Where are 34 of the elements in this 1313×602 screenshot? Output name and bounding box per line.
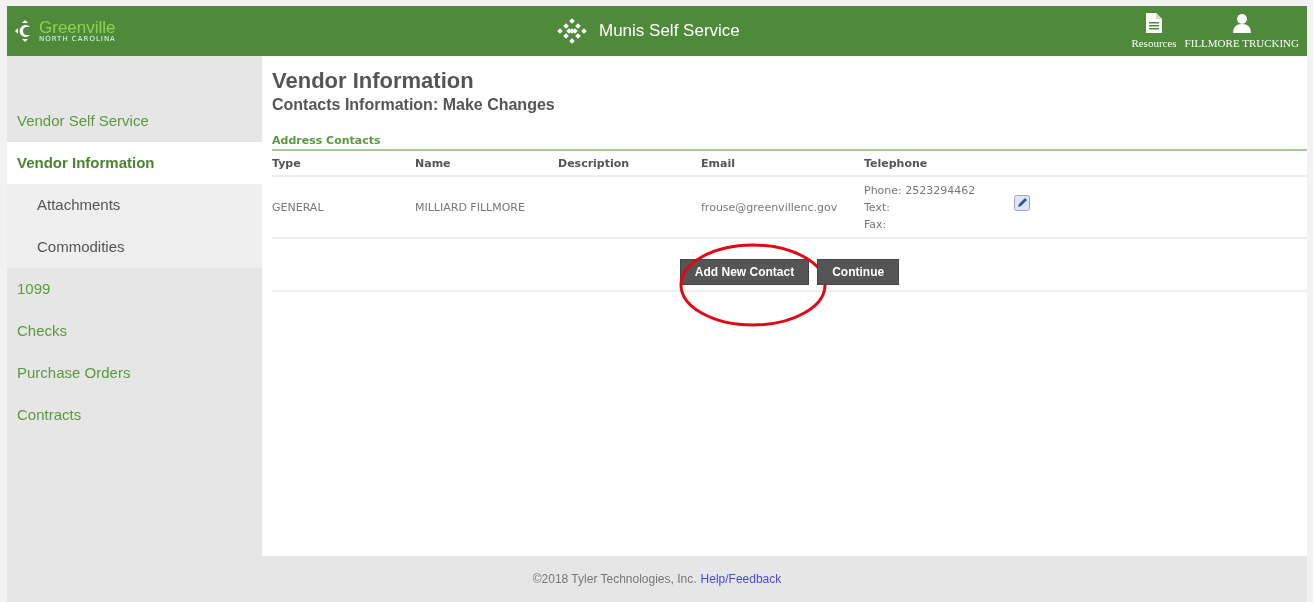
sidebar-item[interactable]: 1099: [7, 268, 262, 310]
table-cell-text: GENERAL: [272, 200, 325, 214]
table-cell-text: frouse@greenvillenc.gov: [701, 200, 839, 214]
sidebar-subitem[interactable]: Attachments: [7, 184, 262, 226]
sidebar-item[interactable]: Vendor Self Service: [7, 100, 262, 142]
table-cell-text: MILLIARD FILLMORE: [415, 200, 526, 214]
sidebar-subitem[interactable]: Commodities: [7, 226, 262, 268]
action-button[interactable]: Continue: [817, 259, 900, 285]
telephone-line: Text:: [864, 199, 891, 216]
column-header: Telephone: [864, 156, 929, 170]
user-icon: [1231, 13, 1252, 33]
column-header: Description: [558, 156, 631, 170]
column-header: Name: [415, 156, 452, 170]
header-link[interactable]: FILLMORE TRUCKING: [1184, 13, 1299, 49]
column-header: Type: [272, 156, 302, 170]
edit-icon[interactable]: [1014, 195, 1030, 211]
sidebar-item[interactable]: Purchase Orders: [7, 352, 262, 394]
document-icon: [1146, 13, 1162, 33]
sidebar-item[interactable]: Contracts: [7, 394, 262, 436]
logo-name: Greenville: [39, 19, 116, 36]
section-title: Address Contacts: [272, 134, 1307, 151]
diamond-dots-icon: [555, 16, 589, 46]
app-title: Munis Self Service: [599, 21, 740, 41]
column-header: Email: [701, 156, 736, 170]
copyright-text: ©2018 Tyler Technologies, Inc.: [532, 572, 697, 586]
telephone-line: Fax:: [864, 216, 888, 233]
help-link[interactable]: Help/Feedback: [700, 572, 782, 586]
sidebar-item[interactable]: Vendor Information: [7, 142, 262, 184]
telephone-line: Phone: 2523294462: [864, 182, 977, 199]
sidebar-item[interactable]: Checks: [7, 310, 262, 352]
action-button[interactable]: Add New Contact: [679, 259, 810, 285]
page-title: Vendor Information: [272, 68, 475, 94]
page-subtitle: Contacts Information: Make Changes: [272, 96, 556, 114]
header-link[interactable]: Resources: [1131, 13, 1177, 49]
